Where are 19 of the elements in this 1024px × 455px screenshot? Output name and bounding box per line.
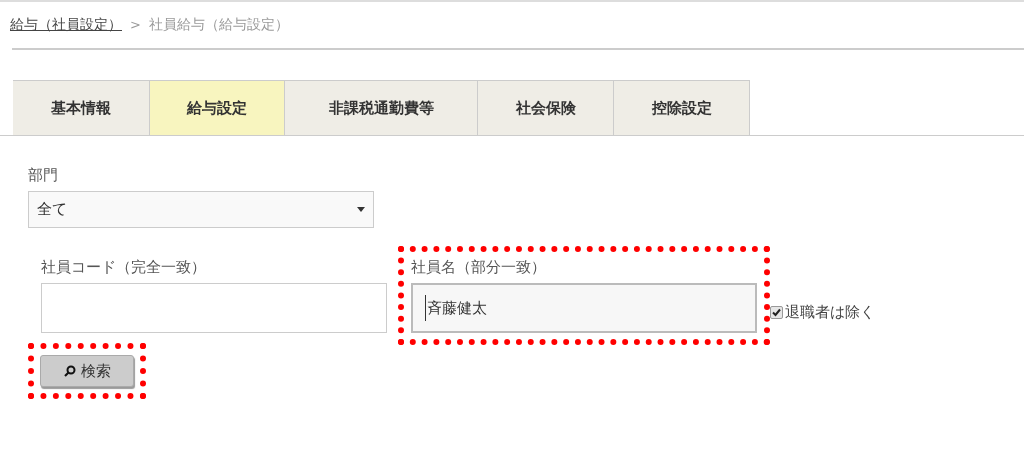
tab[interactable]: 社会保険 [478, 80, 614, 135]
tab[interactable]: 非課税通勤費等 [285, 80, 478, 135]
breadcrumb-link[interactable]: 給与（社員設定） [10, 16, 122, 34]
field-label: 社員コード（完全一致） [41, 258, 207, 277]
search-button[interactable]: 検索 [40, 355, 134, 387]
checkbox-label: 退職者は除く [785, 302, 875, 322]
tab[interactable]: 控除設定 [614, 80, 750, 135]
tab[interactable]: 給与設定 [150, 80, 285, 135]
checkbox[interactable] [770, 305, 783, 319]
input-field[interactable]: 斉藤健太 [411, 283, 757, 333]
search-icon [63, 365, 76, 377]
input-field[interactable] [41, 283, 387, 333]
breadcrumb-current: 社員給与（給与設定） [148, 16, 289, 34]
tab[interactable]: 基本情報 [13, 80, 150, 135]
department-dropdown[interactable]: 全て [28, 191, 374, 228]
field-label: 部門 [28, 166, 59, 185]
dropdown-caret-icon [357, 207, 365, 212]
breadcrumb-separator: > [130, 17, 141, 32]
field-label: 社員名（部分一致） [411, 258, 547, 277]
